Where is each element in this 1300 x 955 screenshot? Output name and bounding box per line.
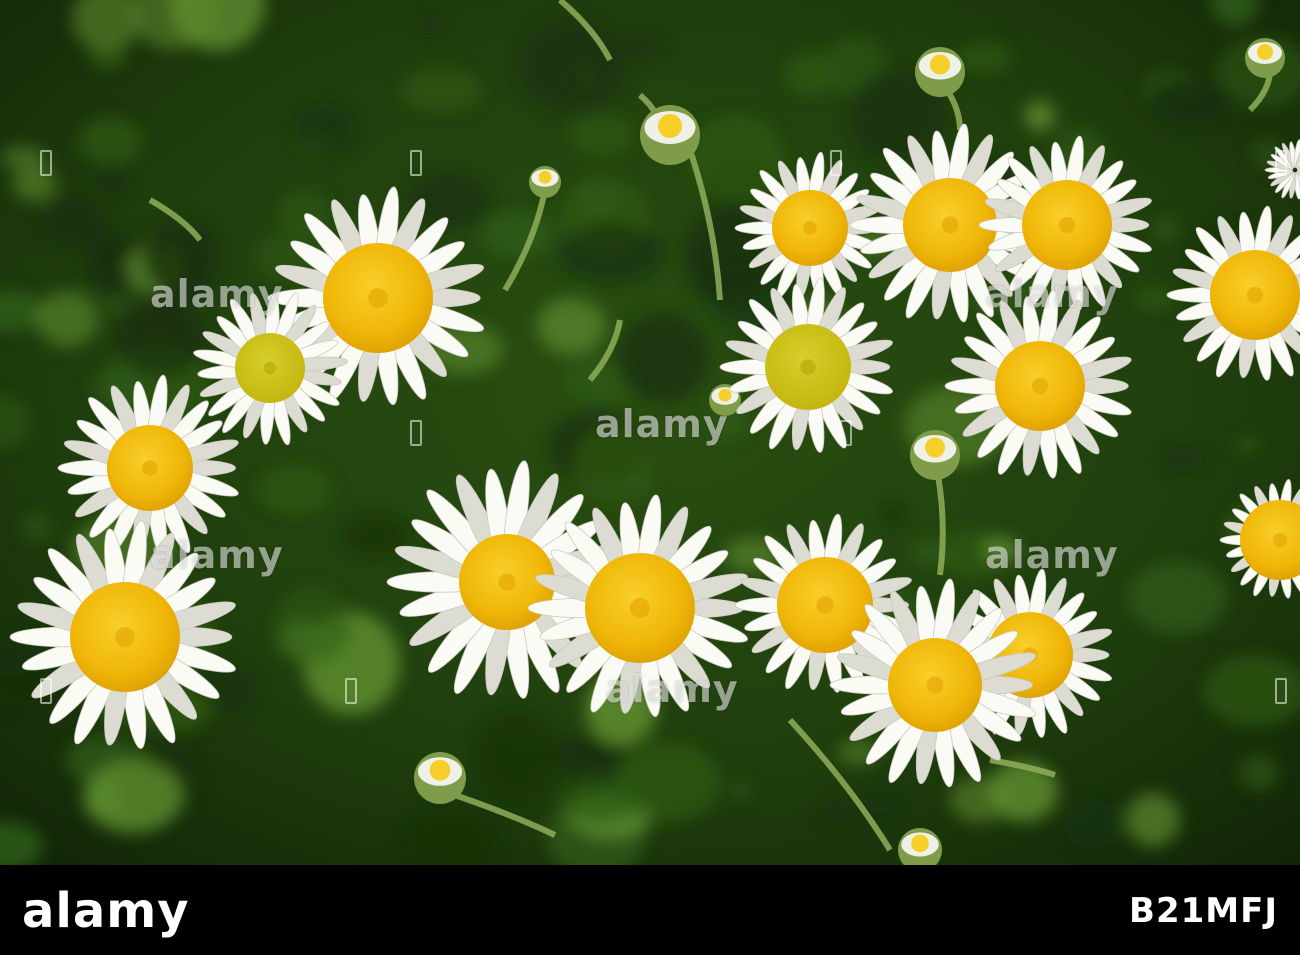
bud-center [658,114,682,138]
brand-logo: alamy [22,883,190,939]
foliage-blob [401,68,483,113]
disk-center [630,598,650,618]
disk-center [926,676,944,694]
foliage-blob [616,312,709,403]
foliage-blob [576,178,617,220]
bud-center [930,54,950,75]
foliage-blob [730,780,753,800]
foliage-blob [518,17,627,114]
foliage-blob [78,117,143,165]
foliage-blob [909,540,955,565]
foliage-blob [572,425,654,502]
disk-center [1246,286,1264,304]
disk-center [1272,532,1288,548]
disk-center [800,359,816,375]
disk-center [263,361,277,375]
disk-center [1058,216,1076,234]
foliage-blob [558,223,664,283]
bud-center [1257,44,1273,60]
foliage-blob [417,13,443,34]
disk-center [368,288,388,308]
bud-center [429,759,451,781]
disk-center [816,596,834,614]
foliage-blob [956,43,1013,72]
foliage-blob [102,296,130,314]
foliage-blob [472,709,559,803]
disk-center [142,460,158,476]
foliage-blob [1024,100,1056,132]
foliage-blob [619,32,665,58]
foliage-blob [537,298,606,355]
foliage-blob [783,52,840,97]
foliage-blob [36,291,99,347]
foliage-blob [822,798,851,827]
disk-center [803,221,817,235]
foliage-blob [949,776,1011,823]
foliage-blob [89,49,127,69]
foliage-blob [1128,561,1227,634]
foliage-blob [12,166,57,201]
foliage-blob [41,195,107,249]
foliage-blob [480,211,555,258]
foliage-blob [20,512,53,542]
foliage-blob [83,760,183,833]
bud-center [911,834,929,853]
foliage-blob [293,103,357,155]
foliage-blob [0,146,47,170]
foliage-blob [1148,78,1233,124]
foliage-blob [95,168,128,196]
foliage-blob [143,219,222,295]
foliage-blob [1161,448,1205,471]
disk-center [941,216,959,234]
foliage-blob [880,501,905,528]
bud-center [538,170,552,184]
foliage-blob [569,114,634,156]
foliage-blob [257,464,333,514]
flower-scene [0,0,1300,865]
stock-footer-bar: alamy B21MFJ [0,865,1300,955]
foliage-blob [273,586,351,664]
disk-center [1031,377,1049,395]
foliage-blob [1125,793,1181,847]
foliage-blob [1235,437,1259,453]
disk-center [115,627,135,647]
foliage-blob [1238,754,1279,792]
bud-center [925,437,945,458]
disk-center [498,573,516,591]
foliage-blob [557,782,638,823]
daisy-photo: alamy alamy alamy alamy alamy alamy [0,0,1300,865]
foliage-blob [982,537,1020,562]
foliage-blob [113,299,209,377]
stock-image-id: B21MFJ [1129,891,1278,931]
foliage-blob [1064,800,1121,850]
foliage-blob [1154,218,1177,240]
